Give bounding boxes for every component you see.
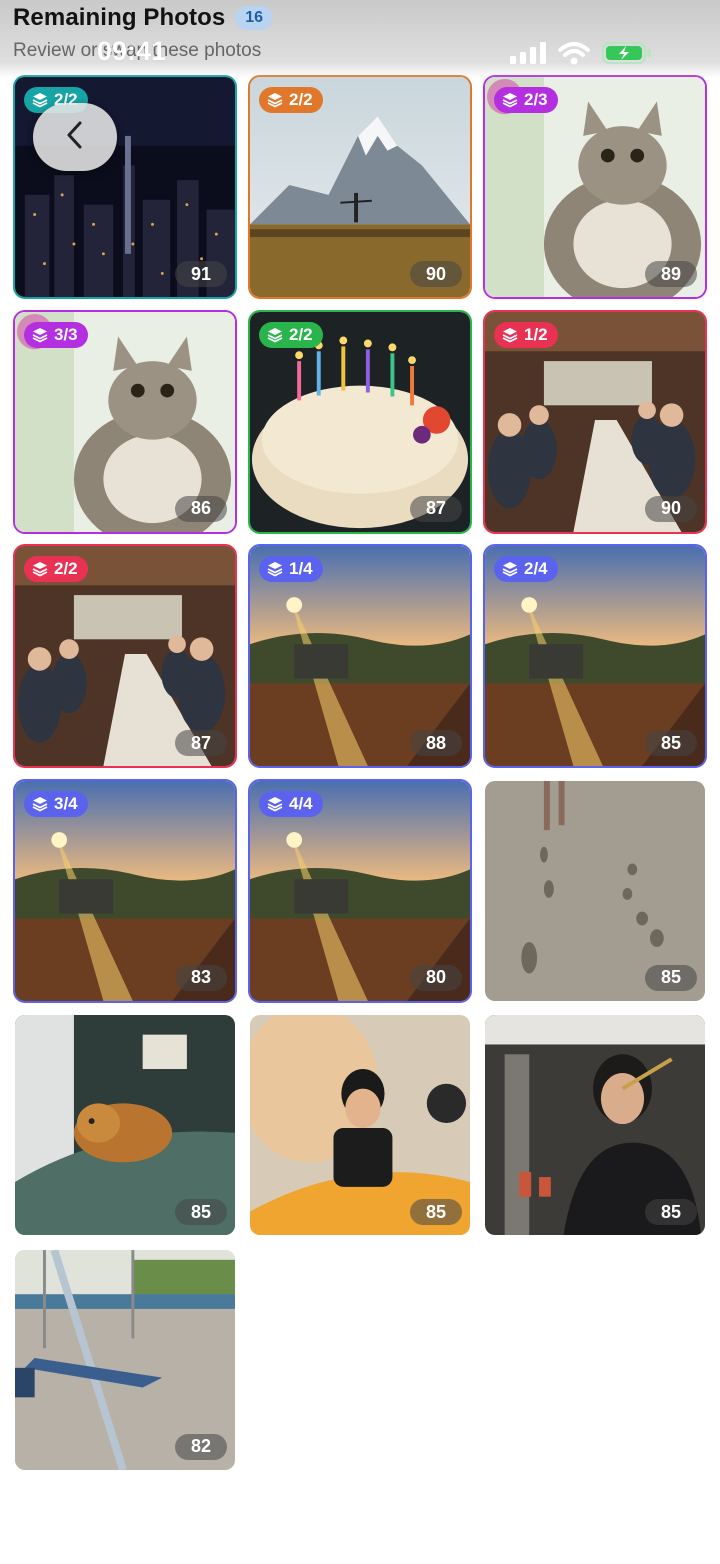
group-badge: 1/2	[494, 321, 558, 348]
score-badge: 87	[175, 730, 227, 756]
layers-icon	[502, 327, 518, 343]
layers-icon	[267, 796, 283, 812]
photo-tile[interactable]: 2/2 87	[248, 309, 472, 534]
group-badge-label: 3/3	[54, 324, 78, 344]
photo-tile[interactable]: 85	[483, 1013, 707, 1237]
group-badge: 3/3	[24, 321, 88, 348]
score-badge: 90	[410, 261, 462, 287]
page-title: Remaining Photos	[13, 4, 226, 31]
photo-tile[interactable]: 82	[13, 1248, 237, 1472]
layers-icon	[267, 327, 283, 343]
status-icons	[510, 41, 652, 70]
group-badge: 2/2	[24, 556, 88, 582]
battery-icon	[602, 41, 652, 70]
group-badge-label: 3/4	[54, 793, 78, 813]
photo-tile[interactable]: 2/4 85	[483, 544, 707, 768]
photo-tile[interactable]: 85	[13, 1013, 237, 1237]
group-badge-label: 2/2	[54, 559, 78, 578]
score-badge: 85	[645, 730, 697, 756]
photo-tile[interactable]: 2/3 89	[483, 75, 707, 299]
group-badge: 1/4	[259, 556, 323, 582]
group-badge: 2/3	[494, 87, 558, 113]
wifi-icon	[558, 41, 590, 70]
photo-tile[interactable]: 1/4 88	[248, 544, 472, 768]
group-badge-label: 2/4	[524, 559, 548, 578]
photo-tile[interactable]: 1/2 90	[483, 309, 707, 534]
photo-tile[interactable]: 4/4 80	[248, 778, 472, 1003]
group-badge-label: 2/2	[289, 90, 313, 109]
photo-tile[interactable]: 2/2 90	[248, 75, 472, 299]
group-badge-label: 2/3	[524, 90, 548, 109]
group-badge-label: 2/2	[289, 324, 313, 344]
score-badge: 87	[410, 495, 462, 522]
chevron-left-icon	[64, 120, 86, 155]
layers-icon	[32, 92, 48, 108]
score-badge: 80	[410, 964, 462, 991]
score-badge: 85	[645, 1199, 697, 1225]
group-badge: 3/4	[24, 790, 88, 817]
signal-icon	[510, 42, 546, 69]
status-time: 09:41	[97, 36, 167, 66]
layers-icon	[267, 561, 283, 577]
score-badge: 85	[175, 1199, 227, 1225]
photo-tile[interactable]: 85	[248, 1013, 472, 1237]
group-badge-label: 1/4	[289, 559, 313, 578]
group-badge-label: 4/4	[289, 793, 313, 813]
score-badge: 91	[175, 261, 227, 287]
photo-tile[interactable]: 85	[483, 779, 707, 1003]
photo-tile[interactable]: 2/2 87	[13, 544, 237, 768]
group-badge: 2/2	[259, 321, 323, 348]
photo-tile[interactable]: 3/4 83	[13, 778, 237, 1003]
layers-icon	[32, 561, 48, 577]
header: Remaining Photos 16 Review or swap these…	[0, 0, 720, 78]
layers-icon	[32, 796, 48, 812]
group-badge: 4/4	[259, 790, 323, 817]
group-badge-label: 1/2	[524, 324, 548, 344]
count-badge: 16	[235, 6, 274, 30]
score-badge: 82	[175, 1433, 227, 1460]
layers-icon	[502, 92, 518, 108]
score-badge: 89	[645, 261, 697, 287]
layers-icon	[32, 327, 48, 343]
photo-tile[interactable]: 3/3 86	[13, 309, 237, 534]
score-badge: 83	[175, 964, 227, 991]
score-badge: 85	[645, 964, 697, 991]
score-badge: 86	[175, 495, 227, 522]
layers-icon	[267, 92, 283, 108]
title-row: Remaining Photos 16	[13, 4, 274, 32]
score-badge: 85	[410, 1199, 462, 1225]
layers-icon	[502, 561, 518, 577]
group-badge: 2/2	[259, 87, 323, 113]
score-badge: 88	[410, 730, 462, 756]
group-badge: 2/4	[494, 556, 558, 582]
back-button[interactable]	[33, 103, 117, 171]
score-badge: 90	[645, 495, 697, 522]
